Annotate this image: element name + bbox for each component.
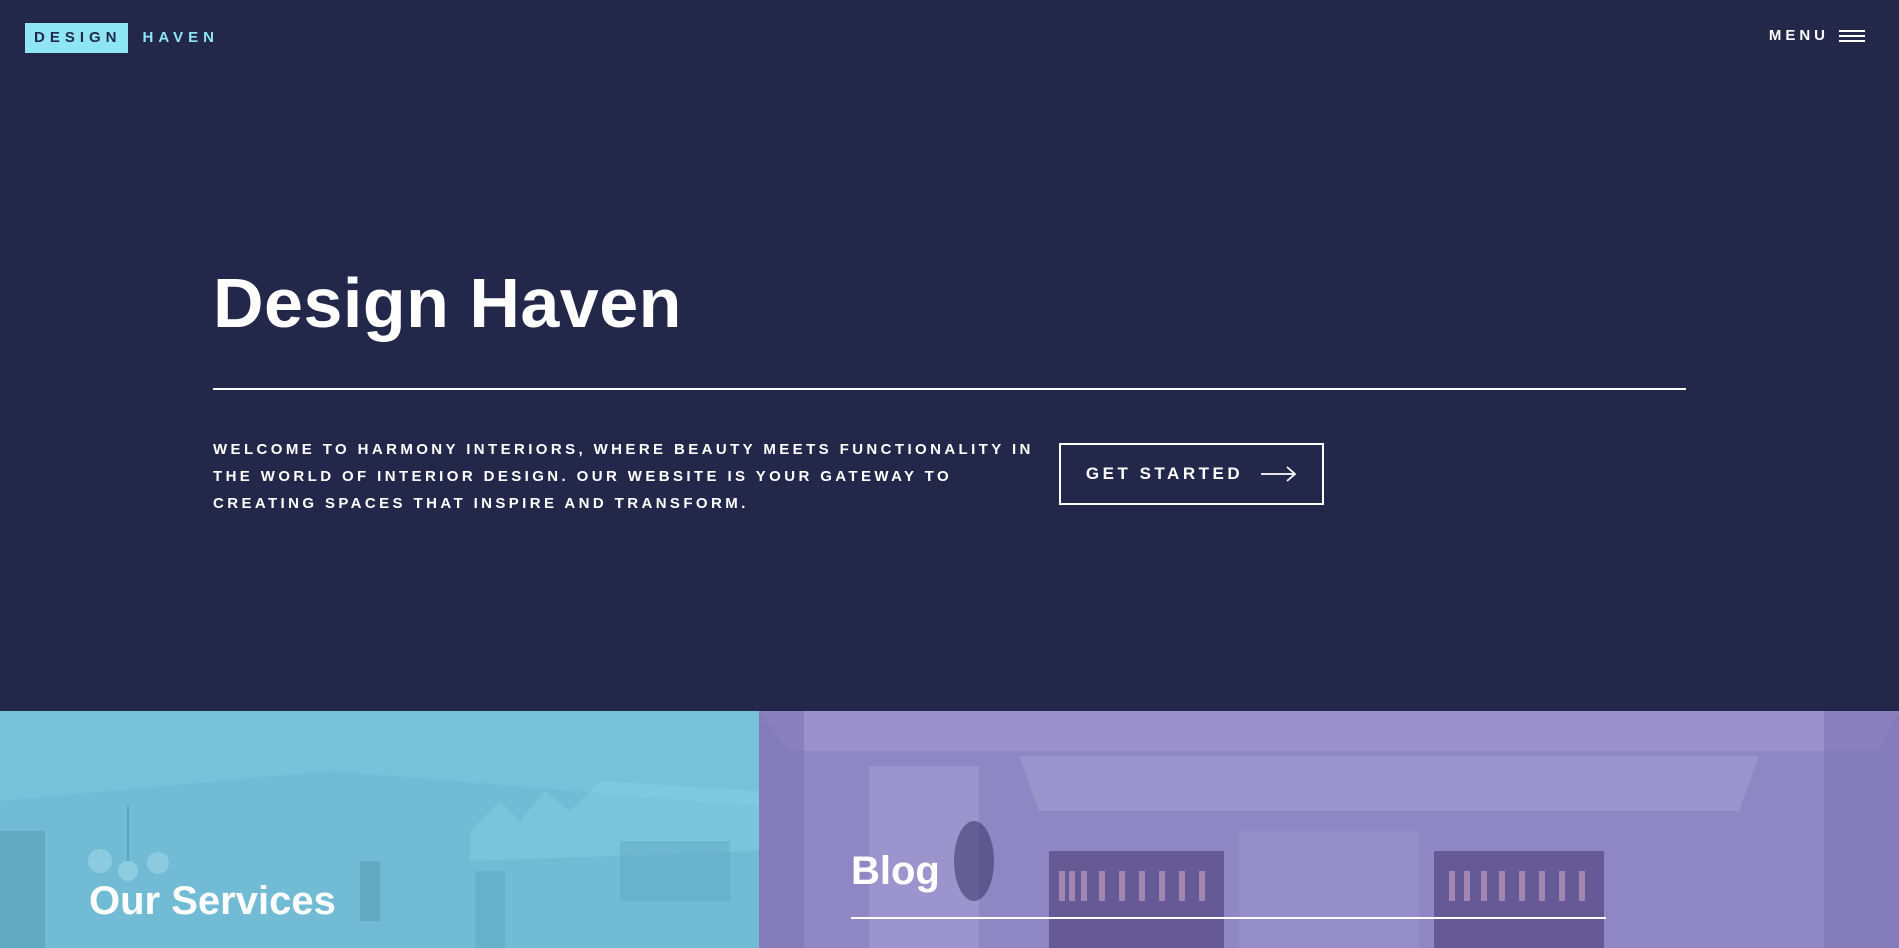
- blog-title[interactable]: Blog: [851, 846, 940, 896]
- site-header: DESIGN HAVEN MENU: [0, 0, 1899, 78]
- logo-text: HAVEN: [142, 29, 219, 46]
- hero-description: WELCOME TO HARMONY INTERIORS, WHERE BEAU…: [213, 441, 1034, 512]
- blog-panel[interactable]: [759, 711, 1899, 948]
- arrow-right-icon: [1261, 466, 1297, 482]
- services-title[interactable]: Our Services: [89, 876, 336, 926]
- page: DESIGN HAVEN MENU Design Haven WELCOME T…: [0, 0, 1899, 948]
- get-started-button[interactable]: GET STARTED: [1059, 443, 1324, 505]
- get-started-label: GET STARTED: [1085, 464, 1244, 483]
- hamburger-icon: [1839, 29, 1865, 43]
- blog-background-image: [759, 711, 1899, 948]
- blog-divider: [851, 917, 1606, 919]
- logo-box-text: DESIGN: [25, 23, 128, 53]
- site-logo[interactable]: DESIGN HAVEN: [25, 23, 219, 53]
- menu-label: MENU: [1768, 27, 1829, 44]
- hero-title: Design Haven: [213, 264, 682, 342]
- menu-button[interactable]: MENU: [1769, 26, 1865, 46]
- hero-divider: [213, 388, 1686, 390]
